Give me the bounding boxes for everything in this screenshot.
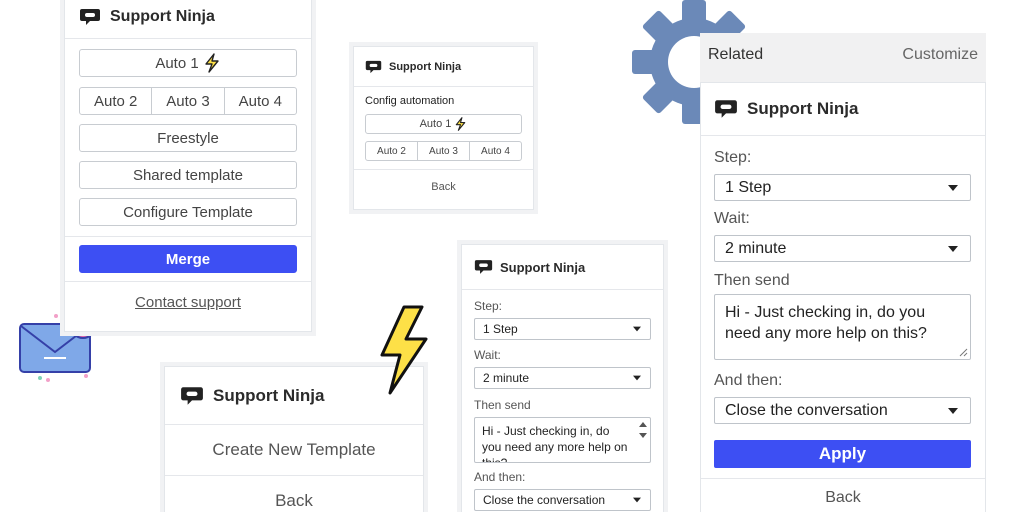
and-then-value: Close the conversation [725,401,888,419]
card-header: Support Ninja [354,47,533,87]
step-select[interactable]: 1 Step [474,318,651,340]
caret-down-icon [633,497,641,503]
card-config-automation: Support Ninja Config automation Auto 1 A… [353,46,534,210]
related-tab[interactable]: Related [708,46,763,64]
step-value: 1 Step [483,322,518,336]
caret-down-icon [948,245,958,252]
chat-logo-icon [474,259,493,275]
auto-1-label: Auto 1 [155,54,199,72]
contact-support-link[interactable]: Contact support [65,294,311,311]
then-send-label: Then send [474,398,531,412]
message-textarea[interactable]: Hi - Just checking in, do you need any m… [474,417,651,463]
caret-down-icon [948,407,958,414]
wait-value: 2 minute [483,371,530,385]
lightning-icon [204,53,219,73]
back-button[interactable]: Back [354,181,533,193]
divider [65,281,311,282]
caret-down-icon [948,184,958,191]
message-text: Hi - Just checking in, do you need any m… [482,424,628,463]
and-then-value: Close the conversation [483,493,606,507]
wait-value: 2 minute [725,239,787,257]
brand-title: Support Ninja [747,99,859,118]
step-label: Step: [714,149,752,166]
auto-1-label: Auto 1 [419,118,452,130]
config-automation-heading: Config automation [365,95,455,107]
auto-3-button[interactable]: Auto 3 [151,87,225,115]
card-automation-form-medium: Support Ninja Step: 1 Step Wait: 2 minut… [461,244,664,512]
card-automation-form-large: Support Ninja Step: 1 Step Wait: 2 minut… [700,82,986,512]
back-button[interactable]: Back [701,489,985,507]
auto-1-button[interactable]: Auto 1 [365,114,522,134]
and-then-label: And then: [474,470,526,484]
freestyle-button[interactable]: Freestyle [79,124,297,152]
message-text: Hi - Just checking in, do you need any m… [725,304,927,342]
divider [354,169,533,170]
card-header: Support Ninja [65,0,311,39]
back-button[interactable]: Back [165,476,423,512]
chat-logo-icon [365,60,382,74]
step-select[interactable]: 1 Step [714,174,971,201]
card-menu-main: Support Ninja Auto 1 Auto 2 Auto 3 Auto … [64,0,312,332]
brand-title: Support Ninja [213,385,325,405]
auto-4-button[interactable]: Auto 4 [469,141,522,161]
auto-4-button[interactable]: Auto 4 [223,87,297,115]
auto-2-button[interactable]: Auto 2 [79,87,153,115]
caret-down-icon [633,375,641,381]
wait-select[interactable]: 2 minute [714,235,971,262]
chat-logo-icon [714,99,738,119]
chat-logo-icon [79,8,101,26]
panel-header: Related Customize [700,33,986,77]
and-then-label: And then: [714,372,783,389]
then-send-label: Then send [714,272,790,289]
lightning-icon [380,305,428,395]
divider [701,478,985,479]
card-header: Support Ninja [462,245,663,290]
apply-button[interactable]: Apply [714,440,971,468]
configure-template-button[interactable]: Configure Template [79,198,297,226]
lightning-icon [456,117,466,131]
step-value: 1 Step [725,178,772,196]
caret-down-icon [633,326,641,332]
merge-button[interactable]: Merge [79,245,297,273]
card-header: Support Ninja [701,83,985,136]
auto-2-button[interactable]: Auto 2 [365,141,418,161]
wait-label: Wait: [714,210,750,227]
wait-select[interactable]: 2 minute [474,367,651,389]
brand-title: Support Ninja [500,259,586,275]
resize-handle-icon[interactable] [959,348,968,357]
auto-1-button[interactable]: Auto 1 [79,49,297,77]
customize-link[interactable]: Customize [902,46,978,64]
auto-button-group: Auto 2 Auto 3 Auto 4 [365,141,522,161]
chat-logo-icon [180,386,204,406]
message-textarea[interactable]: Hi - Just checking in, do you need any m… [714,294,971,360]
brand-title: Support Ninja [110,7,215,25]
and-then-select[interactable]: Close the conversation [474,489,651,511]
and-then-select[interactable]: Close the conversation [714,397,971,424]
auto-button-group: Auto 2 Auto 3 Auto 4 [79,87,297,115]
shared-template-button[interactable]: Shared template [79,161,297,189]
create-new-template-button[interactable]: Create New Template [165,425,423,475]
step-label: Step: [474,299,503,313]
auto-3-button[interactable]: Auto 3 [417,141,470,161]
brand-title: Support Ninja [389,60,462,73]
wait-label: Wait: [474,348,501,362]
textarea-scrollbar[interactable] [638,420,648,460]
